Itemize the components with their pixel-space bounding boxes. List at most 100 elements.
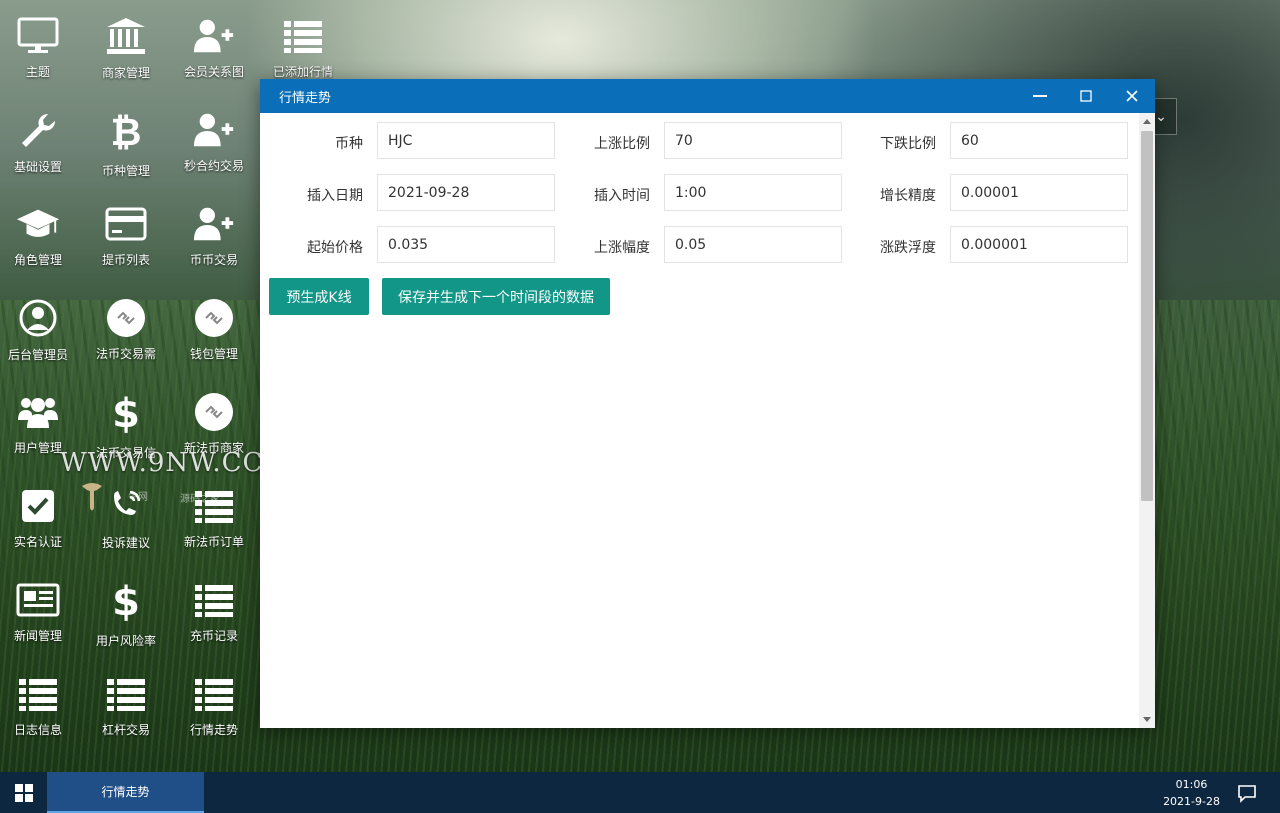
up-range-input[interactable] bbox=[664, 226, 842, 263]
desktop-icon-label: 主题 bbox=[25, 65, 50, 79]
desktop-icon-wallet[interactable]: 钱包管理 bbox=[170, 282, 258, 362]
scroll-up-icon[interactable] bbox=[1143, 119, 1151, 124]
down-ratio-label: 下跌比例 bbox=[880, 136, 936, 152]
desktop-icon-label: 钱包管理 bbox=[189, 347, 238, 361]
desktop-icon-deposit-record[interactable]: 充币记录 bbox=[170, 564, 258, 644]
desktop-icon-label: 杠杆交易 bbox=[101, 723, 150, 737]
desktop-icon-leverage[interactable]: 杠杆交易 bbox=[82, 658, 170, 738]
list-icon bbox=[281, 16, 325, 55]
clock-date: 2021-9-28 bbox=[1163, 795, 1220, 808]
graduation-cap-icon bbox=[16, 204, 60, 243]
watermark-sub2: 源码之家 bbox=[180, 494, 220, 505]
desktop-icon-realname[interactable]: 实名认证 bbox=[0, 470, 82, 550]
close-icon bbox=[1126, 90, 1138, 102]
taskbar-clock[interactable]: 01:06 2021-9-28 bbox=[1163, 776, 1220, 810]
desktop-icons: 主题 商家管理 会员关系图 已添加行情 基础设置 ₿ 币种管理 秒合约交易 角色… bbox=[0, 0, 333, 770]
desktop-icon-merchant[interactable]: 商家管理 bbox=[82, 0, 170, 80]
desktop-icon-label: 新闻管理 bbox=[13, 629, 62, 643]
newspaper-icon bbox=[16, 580, 60, 619]
desktop-icon-label: 角色管理 bbox=[13, 253, 62, 267]
market-trend-window: 行情走势 币种 上涨比例 下跌比例 插入日期 插入时间 增长精度 起始 bbox=[260, 79, 1155, 728]
start-button[interactable] bbox=[0, 772, 47, 813]
chevron-down-icon: ⌄ bbox=[1155, 108, 1167, 125]
desktop-icon-new-fiat-order[interactable]: 新法币订单 bbox=[170, 470, 258, 550]
down-ratio-input[interactable] bbox=[950, 122, 1128, 159]
minimize-button[interactable] bbox=[1017, 79, 1063, 113]
list-icon bbox=[192, 674, 236, 713]
desktop-icon-fiat-demand[interactable]: 法币交易需 bbox=[82, 282, 170, 362]
insert-time-input[interactable] bbox=[664, 174, 842, 211]
up-ratio-label: 上涨比例 bbox=[594, 136, 650, 152]
desktop-icon-second-contract[interactable]: 秒合约交易 bbox=[170, 94, 258, 174]
watermark-logo-icon bbox=[82, 483, 102, 511]
desktop-icon-member-relations[interactable]: 会员关系图 bbox=[170, 0, 258, 80]
desktop-icon-theme[interactable]: 主题 bbox=[0, 0, 82, 80]
dollar-icon: $ bbox=[112, 579, 140, 625]
desktop-icon-admin[interactable]: 后台管理员 bbox=[0, 282, 82, 362]
pregenerate-kline-button[interactable]: 预生成K线 bbox=[269, 278, 369, 315]
exchange-circle-icon bbox=[104, 298, 148, 337]
start-price-input[interactable] bbox=[377, 226, 555, 263]
user-circle-icon bbox=[16, 298, 60, 338]
save-and-generate-next-button[interactable]: 保存并生成下一个时间段的数据 bbox=[382, 278, 610, 315]
desktop-icon-role-manage[interactable]: 角色管理 bbox=[0, 188, 82, 268]
desktop-icon-fiat-info[interactable]: $ 法币交易信 bbox=[82, 376, 170, 460]
desktop-icon-label: 用户管理 bbox=[13, 441, 62, 455]
desktop-icon-label: 会员关系图 bbox=[183, 65, 244, 79]
desktop-icon-user-manage[interactable]: 用户管理 bbox=[0, 376, 82, 456]
coin-input[interactable] bbox=[377, 122, 555, 159]
window-title: 行情走势 bbox=[279, 90, 332, 106]
bitcoin-icon: ₿ bbox=[110, 109, 142, 154]
desktop-icon-label: 已添加行情 bbox=[272, 65, 333, 79]
fluctuation-input[interactable] bbox=[950, 226, 1128, 263]
desktop-icon-basic-settings[interactable]: 基础设置 bbox=[0, 94, 82, 174]
notification-icon[interactable] bbox=[1236, 782, 1258, 804]
desktop-icon-withdraw-list[interactable]: 提币列表 bbox=[82, 188, 170, 268]
desktop-icon-label: 新法币订单 bbox=[183, 535, 244, 549]
up-range-label: 上涨幅度 bbox=[594, 240, 650, 256]
close-button[interactable] bbox=[1109, 79, 1155, 113]
desktop-icon-new-fiat-merchant[interactable]: 新法币商家 bbox=[170, 376, 258, 456]
up-ratio-input[interactable] bbox=[664, 122, 842, 159]
desktop-icon-label: 秒合约交易 bbox=[183, 159, 244, 173]
minimize-icon bbox=[1033, 95, 1047, 97]
desktop-icon-label: 行情走势 bbox=[189, 723, 238, 737]
watermark-text: WWW.9NW.CC bbox=[60, 448, 264, 478]
desktop-icon-coin-manage[interactable]: ₿ 币种管理 bbox=[82, 94, 170, 179]
window-controls bbox=[1017, 79, 1155, 113]
maximize-button[interactable] bbox=[1063, 79, 1109, 113]
exchange-circle-icon bbox=[192, 298, 236, 337]
scroll-down-icon[interactable] bbox=[1143, 717, 1151, 722]
desktop-icon-label: 商家管理 bbox=[101, 66, 150, 80]
desktop-icon-label: 币币交易 bbox=[189, 253, 238, 267]
bank-icon bbox=[104, 16, 148, 56]
watermark-sub: 牛网 bbox=[128, 492, 148, 503]
clock-time: 01:06 bbox=[1175, 778, 1208, 791]
user-add-icon bbox=[192, 204, 236, 243]
insert-date-label: 插入日期 bbox=[307, 188, 363, 204]
window-titlebar[interactable]: 行情走势 bbox=[260, 79, 1155, 113]
desktop-icon-log-info[interactable]: 日志信息 bbox=[0, 658, 82, 738]
insert-time-label: 插入时间 bbox=[594, 188, 650, 204]
list-icon bbox=[192, 580, 236, 619]
desktop-icon-added-quotes[interactable]: 已添加行情 bbox=[259, 0, 347, 80]
coin-label: 币种 bbox=[335, 136, 363, 152]
vertical-scrollbar[interactable] bbox=[1139, 113, 1155, 728]
desktop-icon-label: 充币记录 bbox=[189, 629, 238, 643]
monitor-icon bbox=[16, 16, 60, 55]
desktop-icon-market-trend[interactable]: 行情走势 bbox=[170, 658, 258, 738]
desktop-icon-label: 后台管理员 bbox=[7, 348, 68, 362]
desktop-icon-label: 用户风险率 bbox=[95, 634, 156, 648]
desktop-icon-label: 实名认证 bbox=[13, 535, 62, 549]
taskbar-item-market-trend[interactable]: 行情走势 bbox=[47, 772, 204, 813]
fluctuation-label: 涨跌浮度 bbox=[880, 240, 936, 256]
insert-date-input[interactable] bbox=[377, 174, 555, 211]
scrollbar-thumb[interactable] bbox=[1141, 131, 1153, 501]
desktop-icon-label: 基础设置 bbox=[13, 160, 62, 174]
desktop-icon-coin-trade[interactable]: 币币交易 bbox=[170, 188, 258, 268]
growth-precision-input[interactable] bbox=[950, 174, 1128, 211]
credit-card-icon bbox=[104, 204, 148, 243]
window-body: 币种 上涨比例 下跌比例 插入日期 插入时间 增长精度 起始价格 上涨幅度 涨跌… bbox=[260, 113, 1155, 728]
desktop-icon-risk-rate[interactable]: $ 用户风险率 bbox=[82, 564, 170, 648]
desktop-icon-news[interactable]: 新闻管理 bbox=[0, 564, 82, 644]
